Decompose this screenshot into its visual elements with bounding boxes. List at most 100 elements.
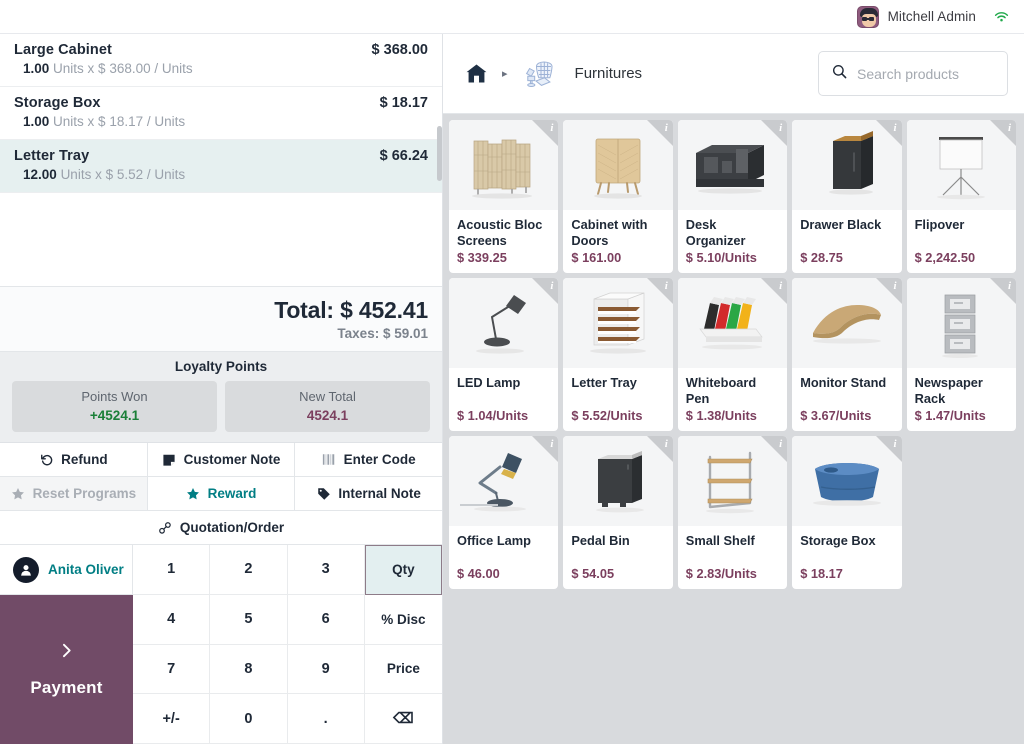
order-panel: Large Cabinet $ 368.00 1.00 Units x $ 36…: [0, 34, 443, 744]
product-name: Drawer Black: [800, 217, 893, 233]
reward-button[interactable]: Reward: [148, 477, 296, 510]
order-line-price: $ 18.17: [380, 95, 428, 111]
numpad-5[interactable]: 5: [210, 595, 287, 645]
numpad-4[interactable]: 4: [133, 595, 210, 645]
order-line-selected[interactable]: Letter Tray $ 66.24 12.00 Units x $ 5.52…: [0, 140, 442, 193]
scrollbar-thumb[interactable]: [437, 126, 442, 181]
info-letter: i: [665, 122, 668, 134]
product-name: LED Lamp: [457, 375, 550, 391]
product-grid: i Acoustic Bloc Screens $ 339.25: [449, 120, 1016, 589]
payment-button[interactable]: Payment: [0, 595, 133, 744]
info-letter: i: [550, 122, 553, 134]
quotation-order-button[interactable]: Quotation/Order: [0, 511, 442, 544]
product-card[interactable]: i Monitor Stand $ 3.67/Units: [792, 278, 901, 431]
order-line-qty: 1.00: [23, 61, 49, 76]
product-info-icon[interactable]: i: [876, 278, 902, 304]
numpad-8[interactable]: 8: [210, 645, 287, 695]
product-price: $ 46.00: [457, 566, 550, 589]
reset-programs-button[interactable]: Reset Programs: [0, 477, 148, 510]
product-info-icon[interactable]: i: [647, 120, 673, 146]
order-line-price: $ 368.00: [372, 42, 428, 58]
product-info-icon[interactable]: i: [990, 120, 1016, 146]
wifi-icon[interactable]: [993, 10, 1010, 24]
numpad-backspace[interactable]: ⌫: [365, 694, 442, 744]
customer-button[interactable]: Anita Oliver: [0, 545, 133, 595]
product-info-icon[interactable]: i: [876, 436, 902, 462]
info-letter: i: [665, 438, 668, 450]
order-lines-scrollbar[interactable]: [437, 34, 442, 286]
product-price: $ 1.38/Units: [686, 408, 779, 431]
product-card[interactable]: i Office Lamp $ 46.00: [449, 436, 558, 589]
product-card[interactable]: i Drawer Black $ 28.75: [792, 120, 901, 273]
search-icon: [832, 64, 847, 84]
product-info-icon[interactable]: i: [761, 436, 787, 462]
numpad-6[interactable]: 6: [288, 595, 365, 645]
breadcrumb-separator: ▸: [502, 67, 508, 80]
product-info-icon[interactable]: i: [990, 278, 1016, 304]
numpad-9[interactable]: 9: [288, 645, 365, 695]
order-line-detail: 1.00 Units x $ 18.17 / Units: [14, 114, 428, 129]
numpad-qty[interactable]: Qty: [365, 545, 442, 595]
product-info-icon[interactable]: i: [647, 278, 673, 304]
numpad-price[interactable]: Price: [365, 645, 442, 695]
username-label: Mitchell Admin: [888, 9, 976, 24]
order-line[interactable]: Large Cabinet $ 368.00 1.00 Units x $ 36…: [0, 34, 442, 87]
home-icon[interactable]: [465, 63, 488, 84]
refund-button[interactable]: Refund: [0, 443, 148, 476]
user-menu[interactable]: Mitchell Admin: [857, 6, 1010, 28]
product-info-icon[interactable]: i: [532, 120, 558, 146]
product-card[interactable]: i Storage Box $ 18.17: [792, 436, 901, 589]
product-price: $ 161.00: [571, 250, 664, 273]
order-totals: Total: $ 452.41 Taxes: $ 59.01: [0, 286, 442, 352]
user-avatar: [857, 6, 879, 28]
product-info-icon[interactable]: i: [532, 278, 558, 304]
product-card[interactable]: i Flipover $ 2,242.50: [907, 120, 1016, 273]
numpad-2[interactable]: 2: [210, 545, 287, 595]
numpad-3[interactable]: 3: [288, 545, 365, 595]
product-info-icon[interactable]: i: [647, 436, 673, 462]
product-card[interactable]: i LED Lamp $ 1.04/Units: [449, 278, 558, 431]
numpad-7[interactable]: 7: [133, 645, 210, 695]
star-icon: [186, 486, 201, 501]
customer-note-button[interactable]: Customer Note: [148, 443, 296, 476]
order-line-unitprice: Units x $ 368.00 / Units: [53, 61, 193, 76]
product-card[interactable]: i Pedal Bin $ 54.05: [563, 436, 672, 589]
numpad-plusminus[interactable]: +/-: [133, 694, 210, 744]
product-card[interactable]: i Whiteboard Pen $ 1.38/Units: [678, 278, 787, 431]
numpad-0[interactable]: 0: [210, 694, 287, 744]
product-panel: ▸: [443, 34, 1024, 744]
info-letter: i: [894, 438, 897, 450]
order-line[interactable]: Storage Box $ 18.17 1.00 Units x $ 18.17…: [0, 87, 442, 140]
product-info-icon[interactable]: i: [876, 120, 902, 146]
customer-name: Anita Oliver: [48, 562, 124, 577]
product-info-icon[interactable]: i: [532, 436, 558, 462]
order-lines-list[interactable]: Large Cabinet $ 368.00 1.00 Units x $ 36…: [0, 34, 442, 286]
numpad-1[interactable]: 1: [133, 545, 210, 595]
product-info-icon[interactable]: i: [761, 120, 787, 146]
product-card[interactable]: i Cabinet with Doors $ 161.00: [563, 120, 672, 273]
order-line-detail: 1.00 Units x $ 368.00 / Units: [14, 61, 428, 76]
search-box[interactable]: [818, 51, 1008, 96]
order-line-unitprice: Units x $ 18.17 / Units: [53, 114, 185, 129]
product-card[interactable]: i Desk Organizer $ 5.10/Units: [678, 120, 787, 273]
search-input[interactable]: [857, 66, 994, 82]
numpad-decimal[interactable]: .: [288, 694, 365, 744]
product-info-icon[interactable]: i: [761, 278, 787, 304]
enter-code-button[interactable]: Enter Code: [295, 443, 442, 476]
product-card[interactable]: i Newspaper Rack $ 1.47/Units: [907, 278, 1016, 431]
product-card[interactable]: i Small Shelf $ 2.83/Units: [678, 436, 787, 589]
product-name: Pedal Bin: [571, 533, 664, 549]
product-card[interactable]: i Acoustic Bloc Screens $ 339.25: [449, 120, 558, 273]
internal-note-button[interactable]: Internal Note: [295, 477, 442, 510]
customer-note-label: Customer Note: [184, 452, 281, 467]
breadcrumb: ▸: [465, 56, 818, 92]
order-line-qty: 12.00: [23, 167, 57, 182]
info-letter: i: [665, 280, 668, 292]
product-grid-scroll[interactable]: i Acoustic Bloc Screens $ 339.25: [443, 114, 1024, 744]
numpad-discount[interactable]: % Disc: [365, 595, 442, 645]
breadcrumb-category-furnitures[interactable]: Furnitures: [522, 56, 643, 92]
product-card[interactable]: i Letter Tray $ 5.52/Units: [563, 278, 672, 431]
product-price: $ 18.17: [800, 566, 893, 589]
product-name: Whiteboard Pen: [686, 375, 779, 407]
enter-code-label: Enter Code: [344, 452, 416, 467]
